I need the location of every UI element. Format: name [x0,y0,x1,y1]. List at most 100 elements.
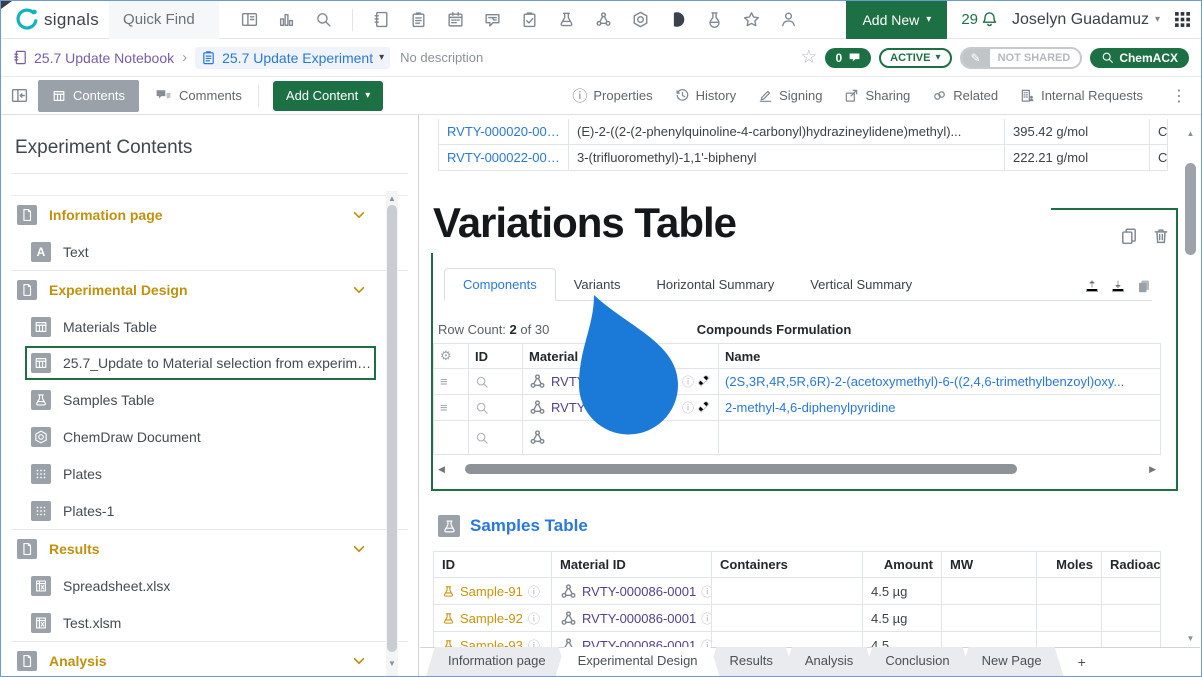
delete-widget-icon[interactable] [1152,227,1170,245]
copy-widget-icon[interactable] [1120,227,1138,245]
row-search-cell[interactable] [469,369,523,395]
sidebar-item-materials-selection-selected[interactable]: 25.7_Update to Material selection from e… [25,346,376,380]
breadcrumb-notebook[interactable]: 25.7 Update Notebook [1,50,174,66]
collapse-sidebar-icon[interactable] [11,87,28,104]
material-link[interactable]: RVTY-000086-0001 [582,611,696,626]
sidebar-item-text[interactable]: A Text [1,233,418,270]
properties-button[interactable]: ⓘProperties [572,85,652,106]
internal-requests-button[interactable]: Internal Requests [1020,88,1143,103]
compound-link[interactable]: (2S,3R,4R,5R,6R)-2-(acetoxymethyl)-6-((2… [725,374,1124,389]
materials-icon[interactable] [595,11,612,28]
scroll-left-icon[interactable]: ◀ [438,464,445,475]
sample-link[interactable]: Sample-92 [460,611,523,626]
chevron-down-icon[interactable] [352,283,366,297]
info-icon[interactable]: ⓘ [528,610,540,627]
chevron-down-icon[interactable] [352,654,366,668]
dashboard-icon[interactable] [241,11,258,28]
scroll-down-icon[interactable]: ▼ [386,659,398,668]
comments-count-badge[interactable]: 0 [825,48,871,68]
protocols-icon[interactable] [521,11,538,28]
add-page-button[interactable]: + [1064,648,1100,676]
gear-icon[interactable]: ⚙ [440,348,452,364]
row-search-cell[interactable] [469,421,523,455]
tab-vertical-summary[interactable]: Vertical Summary [792,269,930,300]
tab-contents[interactable]: Contents [38,80,139,112]
page-tab-results[interactable]: Results [708,647,795,676]
page-tab-information-page[interactable]: Information page [426,647,568,676]
scrollbar-thumb[interactable] [387,205,397,652]
info-icon[interactable]: ⓘ [528,583,540,600]
search-icon[interactable] [315,11,332,28]
page-tab-new-page[interactable]: New Page [960,647,1064,676]
material-link[interactable]: RVTY-000020-0001 [447,124,560,139]
tab-components[interactable]: Components [444,268,556,301]
tab-horizontal-summary[interactable]: Horizontal Summary [638,269,792,300]
notebook-icon[interactable] [373,11,390,28]
search-icon[interactable] [475,401,489,415]
add-new-button[interactable]: Add New ▾ [846,1,947,39]
sidebar-scrollbar[interactable]: ▲ ▼ [386,191,398,676]
experiments-icon[interactable] [558,11,575,28]
material-id[interactable]: RVTY [551,400,585,415]
user-menu[interactable]: Joselyn Guadamuz ▾ [1012,11,1160,29]
sidebar-item-plates-1[interactable]: Plates-1 [1,492,418,529]
favorites-icon[interactable] [743,11,760,28]
sharing-button[interactable]: Sharing [844,88,910,103]
row-handle-cell[interactable]: ≡ [433,395,469,421]
settings-column-header[interactable]: ⚙ [433,343,469,369]
share-status-badge[interactable]: ✎ NOT SHARED [960,47,1083,69]
chemistry-icon[interactable] [706,11,723,28]
sidebar-item-analysis[interactable]: Analysis [1,642,418,676]
sidebar-item-experimental-design[interactable]: Experimental Design [1,271,418,308]
tasks-icon[interactable] [410,11,427,28]
chemdraw-icon[interactable] [632,11,649,28]
sample-link[interactable]: Sample-91 [460,584,523,599]
duplicate-icon[interactable] [1136,278,1152,294]
app-switcher-icon[interactable] [1174,11,1191,28]
row-search-cell[interactable] [469,395,523,421]
info-icon[interactable]: ⓘ [701,583,712,600]
row-handle-cell[interactable]: ≡ [433,369,469,395]
status-badge[interactable]: ACTIVE ▾ [879,48,951,68]
quick-find-button[interactable]: Quick Find [109,1,219,39]
scrollbar-track[interactable] [451,464,1143,474]
scroll-up-icon[interactable]: ▲ [386,194,398,203]
add-content-button[interactable]: Add Content ▾ [273,81,383,111]
scrollbar-thumb[interactable] [1185,163,1196,255]
material-cell-empty[interactable] [523,421,719,455]
info-icon[interactable]: ⓘ [682,399,694,416]
material-link[interactable]: RVTY-000086-0001 [582,584,696,599]
signals-logo[interactable]: signals [1,7,109,33]
more-options-icon[interactable]: ⋮ [1165,86,1187,106]
signing-button[interactable]: Signing [758,88,822,103]
sidebar-item-test-xlsm[interactable]: Test.xlsm [1,604,418,641]
page-tab-conclusion[interactable]: Conclusion [863,647,971,676]
sidebar-item-results[interactable]: Results [1,530,418,567]
info-icon[interactable]: ⓘ [701,610,712,627]
info-icon[interactable]: ⓘ [682,373,694,390]
page-tab-analysis[interactable]: Analysis [783,647,875,676]
search-icon[interactable] [475,375,489,389]
material-link[interactable]: RVTY-000022-0001 [447,150,560,165]
samples-table-title[interactable]: Samples Table [470,516,588,536]
upload-icon[interactable] [1084,278,1100,294]
sidebar-item-materials-table[interactable]: Materials Table [1,308,418,345]
drag-handle-icon[interactable]: ≡ [440,374,448,389]
main-scrollbar[interactable]: ▲ ▼ [1184,115,1197,647]
scroll-down-icon[interactable]: ▼ [1184,634,1197,643]
related-button[interactable]: Related [932,88,998,103]
requests-icon[interactable] [484,11,501,28]
sidebar-item-information-page[interactable]: Information page [1,196,418,233]
chevron-down-icon[interactable] [352,542,366,556]
scroll-up-icon[interactable]: ▲ [1184,129,1197,138]
sidebar-item-spreadsheet-xlsx[interactable]: Spreadsheet.xlsx [1,567,418,604]
material-id[interactable]: RVTY [551,374,585,389]
spotfire-icon[interactable] [669,11,686,28]
sidebar-item-chemdraw-document[interactable]: ChemDraw Document [1,418,418,455]
scroll-right-icon[interactable]: ▶ [1149,464,1156,475]
reports-icon[interactable] [278,11,295,28]
page-tab-experimental-design[interactable]: Experimental Design [556,647,720,676]
drag-handle-icon[interactable]: ≡ [440,400,448,415]
breadcrumb-experiment[interactable]: 25.7 Update Experiment ▾ [195,47,390,69]
compound-link[interactable]: 2-methyl-4,6-diphenylpyridine [725,400,896,415]
